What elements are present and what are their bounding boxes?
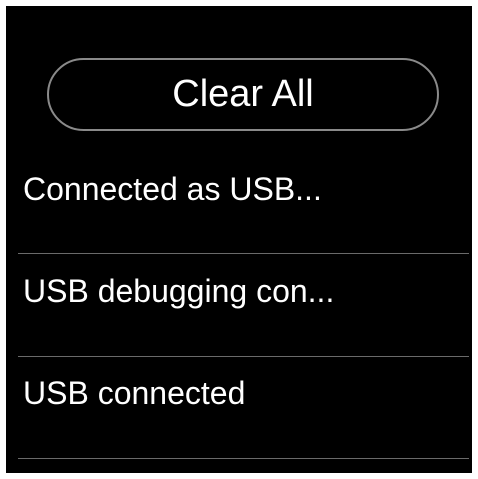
divider xyxy=(18,253,469,254)
notification-list: Connected as USB... USB debugging con...… xyxy=(6,6,472,473)
divider xyxy=(18,356,469,357)
notification-panel: Clear All Connected as USB... USB debugg… xyxy=(6,6,472,473)
notification-title: USB connected xyxy=(23,375,246,411)
notification-item-usb-debugging[interactable]: USB debugging con... xyxy=(6,256,472,358)
notification-title: Connected as USB... xyxy=(23,171,322,207)
notification-title: USB debugging con... xyxy=(23,273,335,309)
notification-item-usb-connected-as[interactable]: Connected as USB... xyxy=(6,154,472,256)
notification-item-usb-connected[interactable]: USB connected xyxy=(6,358,472,460)
divider xyxy=(18,458,469,459)
